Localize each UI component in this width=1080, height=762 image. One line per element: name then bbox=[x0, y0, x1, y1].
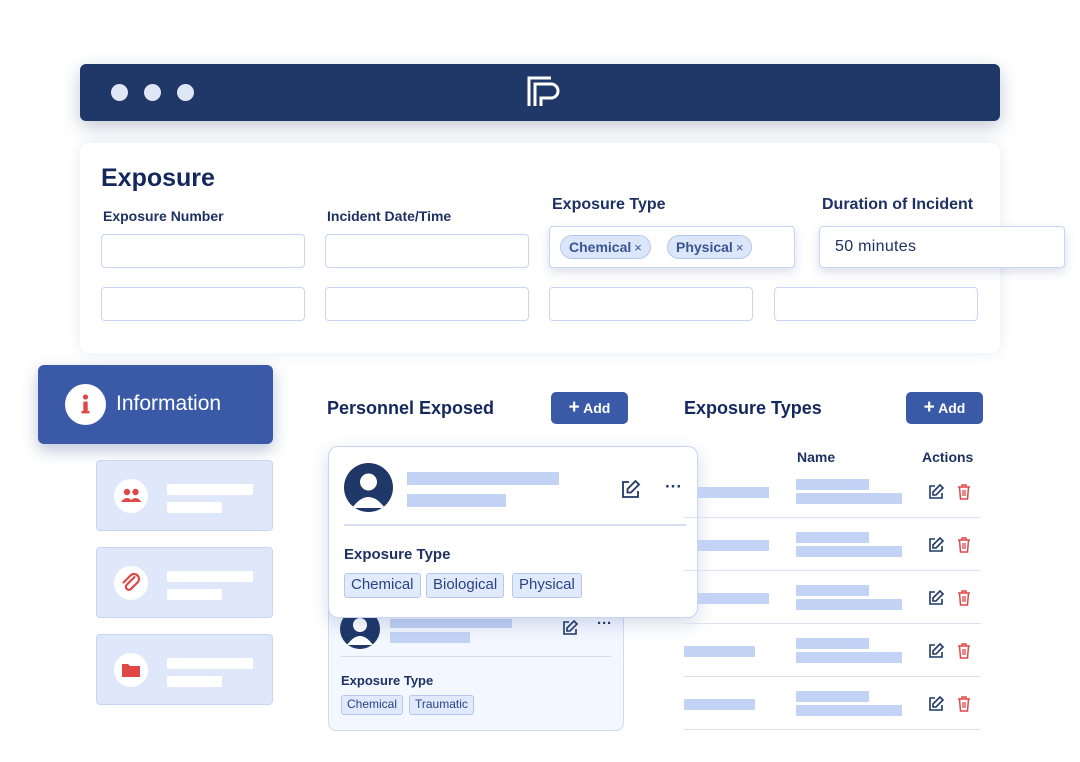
placeholder-text bbox=[390, 619, 512, 628]
exposure-type-multiselect[interactable]: Chemical × Physical × bbox=[549, 226, 795, 268]
form-input[interactable] bbox=[325, 287, 529, 321]
tag-physical: Physical bbox=[512, 573, 582, 598]
form-input[interactable] bbox=[774, 287, 978, 321]
people-icon bbox=[114, 479, 148, 513]
sidebar-item-folder[interactable] bbox=[96, 634, 273, 705]
plus-icon: + bbox=[923, 397, 935, 418]
page-title: Exposure bbox=[101, 164, 215, 192]
chip-remove-icon[interactable]: × bbox=[634, 240, 642, 255]
placeholder-text bbox=[167, 658, 253, 669]
trash-icon[interactable] bbox=[955, 536, 973, 554]
incident-datetime-input[interactable] bbox=[325, 234, 529, 268]
row-divider bbox=[683, 676, 981, 677]
placeholder-text bbox=[167, 502, 222, 513]
row-divider bbox=[683, 517, 981, 518]
exposure-type-label: Exposure Type bbox=[344, 546, 451, 563]
edit-icon[interactable] bbox=[927, 589, 945, 607]
tag-chemical: Chemical bbox=[341, 695, 404, 715]
placeholder-text bbox=[407, 472, 559, 485]
divider bbox=[344, 524, 686, 526]
window-title-bar bbox=[80, 64, 1000, 121]
placeholder-text bbox=[407, 494, 506, 507]
edit-icon[interactable] bbox=[927, 642, 945, 660]
duration-value: 50 minutes bbox=[835, 238, 917, 255]
plus-icon: + bbox=[568, 397, 580, 418]
edit-icon[interactable] bbox=[927, 483, 945, 501]
window-dot-icon[interactable] bbox=[177, 84, 194, 101]
edit-icon[interactable] bbox=[561, 619, 579, 637]
placeholder-text bbox=[796, 532, 869, 543]
placeholder-text bbox=[796, 493, 902, 504]
duration-input[interactable]: 50 minutes bbox=[819, 226, 1065, 268]
chip-physical[interactable]: Physical × bbox=[667, 235, 753, 259]
row-divider bbox=[683, 623, 981, 624]
form-input[interactable] bbox=[101, 287, 305, 321]
chip-chemical[interactable]: Chemical × bbox=[560, 235, 651, 259]
placeholder-text bbox=[684, 646, 755, 657]
exposure-number-label: Exposure Number bbox=[103, 208, 224, 224]
column-header-name: Name bbox=[797, 449, 836, 465]
trash-icon[interactable] bbox=[955, 642, 973, 660]
edit-icon[interactable] bbox=[927, 536, 945, 554]
duration-label: Duration of Incident bbox=[822, 196, 974, 213]
exposure-number-input[interactable] bbox=[101, 234, 305, 268]
exposure-type-label: Exposure Type bbox=[552, 196, 666, 213]
incident-datetime-label: Incident Date/Time bbox=[327, 208, 452, 224]
placeholder-text bbox=[796, 599, 902, 610]
add-personnel-button[interactable]: + Add bbox=[551, 392, 628, 424]
tag-chemical: Chemical bbox=[344, 573, 421, 598]
sidebar-item-people[interactable] bbox=[96, 460, 273, 531]
placeholder-text bbox=[698, 593, 769, 604]
trash-icon[interactable] bbox=[955, 695, 973, 713]
app-logo-icon bbox=[527, 76, 560, 106]
chip-remove-icon[interactable]: × bbox=[736, 240, 744, 255]
placeholder-text bbox=[796, 652, 902, 663]
placeholder-text bbox=[796, 585, 869, 596]
placeholder-text bbox=[167, 484, 253, 495]
info-icon bbox=[65, 384, 106, 425]
folder-icon bbox=[114, 653, 148, 687]
row-divider bbox=[683, 729, 981, 730]
sidebar-item-attachments[interactable] bbox=[96, 547, 273, 618]
add-exposure-type-button[interactable]: + Add bbox=[906, 392, 983, 424]
placeholder-text bbox=[796, 638, 869, 649]
placeholder-text bbox=[167, 589, 222, 600]
trash-icon[interactable] bbox=[955, 483, 973, 501]
avatar bbox=[344, 463, 393, 512]
placeholder-text bbox=[796, 546, 902, 557]
column-header-actions: Actions bbox=[922, 449, 974, 465]
window-dot-icon[interactable] bbox=[144, 84, 161, 101]
placeholder-text bbox=[684, 699, 755, 710]
exposure-types-section-title: Exposure Types bbox=[684, 398, 822, 418]
exposure-type-label: Exposure Type bbox=[341, 673, 434, 688]
placeholder-text bbox=[796, 691, 869, 702]
edit-icon[interactable] bbox=[620, 479, 641, 500]
trash-icon[interactable] bbox=[955, 589, 973, 607]
sidebar-item-information[interactable]: Information bbox=[38, 365, 273, 444]
window-dot-icon[interactable] bbox=[111, 84, 128, 101]
placeholder-text bbox=[796, 705, 902, 716]
personnel-card[interactable]: ··· Exposure Type Chemical Biological Ph… bbox=[328, 446, 698, 618]
placeholder-text bbox=[698, 540, 769, 551]
more-options-icon[interactable]: ··· bbox=[665, 477, 682, 497]
placeholder-text bbox=[167, 571, 253, 582]
edit-icon[interactable] bbox=[927, 695, 945, 713]
personnel-section-title: Personnel Exposed bbox=[327, 398, 495, 418]
placeholder-text bbox=[390, 632, 470, 643]
tag-traumatic: Traumatic bbox=[409, 695, 474, 715]
form-input[interactable] bbox=[549, 287, 753, 321]
sidebar-item-label: Information bbox=[116, 392, 222, 415]
tag-biological: Biological bbox=[426, 573, 505, 598]
placeholder-text bbox=[796, 479, 869, 490]
placeholder-text bbox=[167, 676, 222, 687]
paperclip-icon bbox=[114, 566, 148, 600]
row-divider bbox=[683, 570, 981, 571]
divider bbox=[341, 656, 611, 657]
placeholder-text bbox=[698, 487, 769, 498]
